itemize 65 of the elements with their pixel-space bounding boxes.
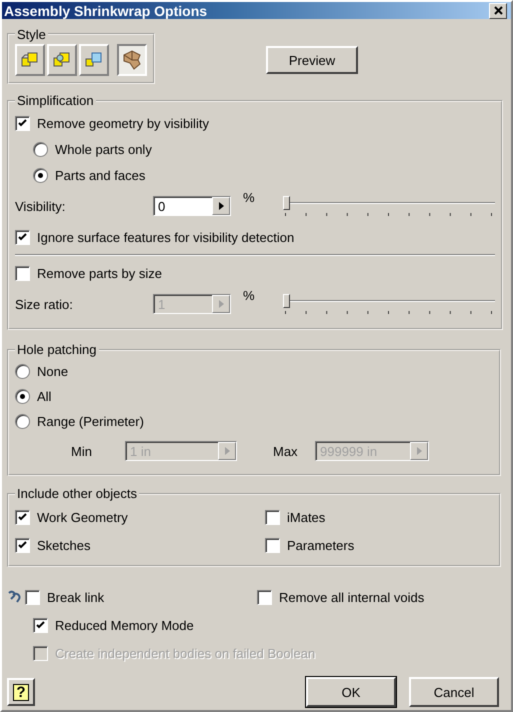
checkbox[interactable]: [15, 266, 30, 280]
arrow-icon: [224, 447, 230, 455]
checkbox[interactable]: [257, 590, 272, 604]
dialog-button[interactable]: OK: [306, 677, 396, 707]
check-icon: [18, 541, 27, 549]
field-label: Visibility:: [15, 198, 66, 214]
checkbox-label: Remove all internal voids: [279, 590, 424, 604]
group-title: Include other objects: [16, 486, 138, 501]
cubes-icon: [20, 50, 40, 70]
checkbox-label: Ignore surface features for visibility detection: [37, 230, 294, 244]
cubes-icon: [52, 50, 72, 70]
shape-icon: [121, 48, 143, 70]
checkbox[interactable]: [265, 538, 280, 552]
preview-button[interactable]: Preview: [266, 46, 358, 74]
dialog-button[interactable]: Cancel: [409, 677, 499, 707]
radio-button[interactable]: [33, 168, 48, 182]
checkbox-label: Remove geometry by visibility: [37, 116, 209, 130]
link-icon: [7, 590, 23, 604]
checkbox[interactable]: [265, 510, 280, 524]
checkbox[interactable]: [15, 538, 30, 552]
group-title: Hole patching: [16, 342, 98, 357]
close-button[interactable]: [489, 2, 507, 18]
checkbox[interactable]: [25, 590, 40, 604]
radio-button[interactable]: [15, 389, 30, 404]
close-icon: [494, 6, 502, 15]
spin-button[interactable]: [212, 197, 230, 215]
arrow-icon: [218, 202, 224, 210]
field-label: Size ratio:: [15, 296, 74, 312]
check-icon: [18, 513, 27, 521]
checkbox-label: Sketches: [37, 538, 90, 552]
check-icon: [36, 621, 45, 629]
arrow-icon: [218, 300, 224, 308]
group-title: Style: [16, 26, 47, 42]
field-label: Min: [71, 444, 93, 458]
field-label: Max: [273, 444, 299, 458]
radio-label: None: [37, 364, 68, 379]
checkbox[interactable]: [15, 116, 30, 130]
checkbox-label: iMates: [287, 510, 326, 524]
radio-label: Whole parts only: [55, 142, 152, 156]
radio-label: All: [37, 389, 52, 404]
radio-button[interactable]: [15, 414, 30, 429]
slider-thumb[interactable]: [283, 196, 290, 210]
checkbox-label: Remove parts by size: [37, 266, 162, 280]
checkbox-label: Parameters: [287, 538, 354, 552]
cubes-icon: [84, 50, 104, 70]
checkbox[interactable]: [33, 618, 48, 632]
check-icon: [18, 233, 27, 241]
unit-label: %: [243, 288, 256, 303]
check-icon: [18, 119, 27, 127]
radio-button[interactable]: [33, 142, 48, 156]
checkbox-label: Break link: [47, 590, 104, 604]
radio-label: Parts and faces: [55, 168, 146, 182]
spin-field[interactable]: 0: [153, 196, 231, 216]
unit-label: %: [243, 190, 256, 205]
help-button[interactable]: ?: [7, 678, 35, 706]
checkbox[interactable]: [15, 510, 30, 524]
group-title: Simplification: [16, 93, 95, 108]
arrow-icon: [416, 447, 422, 455]
window-title: Assembly Shrinkwrap Options: [4, 2, 208, 18]
checkbox-label: Work Geometry: [37, 510, 128, 524]
checkbox-label: Reduced Memory Mode: [55, 618, 194, 632]
radio-label: Range (Perimeter): [37, 414, 144, 429]
style-button[interactable]: [117, 44, 147, 76]
radio-button[interactable]: [15, 364, 30, 379]
checkbox[interactable]: [15, 230, 30, 244]
